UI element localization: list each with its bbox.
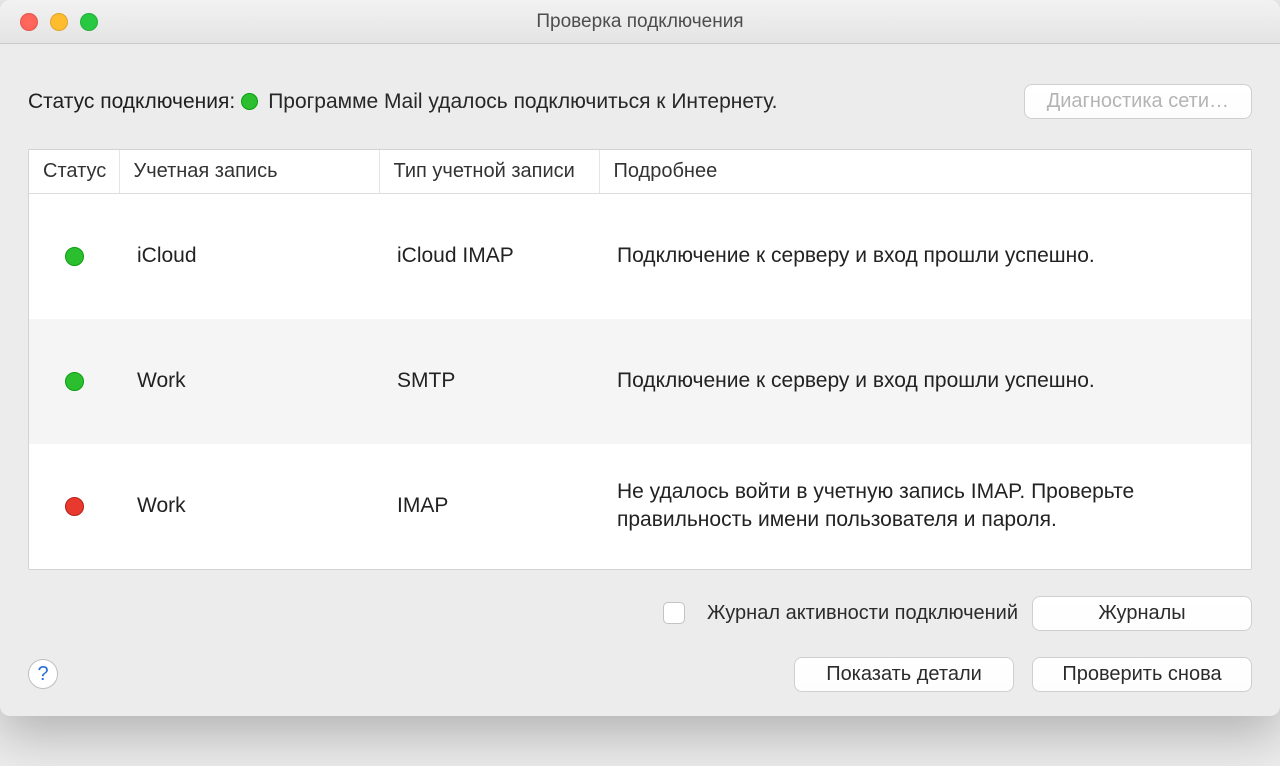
cell-account: Work — [119, 319, 379, 444]
cell-details: Подключение к серверу и вход прошли успе… — [599, 319, 1251, 444]
status-line: Статус подключения: Программе Mail удало… — [28, 84, 1252, 119]
connection-doctor-window: Проверка подключения Статус подключения:… — [0, 0, 1280, 716]
help-icon[interactable]: ? — [28, 659, 58, 689]
cell-details: Подключение к серверу и вход прошли успе… — [599, 194, 1251, 319]
log-row: Журнал активности подключений Журналы — [28, 596, 1252, 631]
col-header-status[interactable]: Статус — [29, 150, 119, 194]
col-header-account[interactable]: Учетная запись — [119, 150, 379, 194]
activity-log-label: Журнал активности подключений — [707, 602, 1018, 625]
table-row[interactable]: Work IMAP Не удалось войти в учетную зап… — [29, 444, 1251, 569]
activity-log-checkbox[interactable] — [663, 602, 685, 624]
status-label: Статус подключения: — [28, 90, 235, 114]
status-dot-icon — [241, 93, 258, 110]
footer-row: ? Показать детали Проверить снова — [28, 657, 1252, 692]
accounts-table: Статус Учетная запись Тип учетной записи… — [28, 149, 1252, 570]
status-ok-icon — [65, 247, 84, 266]
check-again-button[interactable]: Проверить снова — [1032, 657, 1252, 692]
col-header-details[interactable]: Подробнее — [599, 150, 1251, 194]
cell-type: IMAP — [379, 444, 599, 569]
table-row[interactable]: iCloud iCloud IMAP Подключение к серверу… — [29, 194, 1251, 319]
cell-account: iCloud — [119, 194, 379, 319]
status-error-icon — [65, 497, 84, 516]
cell-type: SMTP — [379, 319, 599, 444]
show-details-button[interactable]: Показать детали — [794, 657, 1014, 692]
window-title: Проверка подключения — [0, 11, 1280, 33]
cell-account: Work — [119, 444, 379, 569]
logs-button[interactable]: Журналы — [1032, 596, 1252, 631]
window-body: Статус подключения: Программе Mail удало… — [0, 44, 1280, 716]
table-header-row: Статус Учетная запись Тип учетной записи… — [29, 150, 1251, 194]
network-diagnostics-button[interactable]: Диагностика сети… — [1024, 84, 1252, 119]
titlebar[interactable]: Проверка подключения — [0, 0, 1280, 44]
status-message: Программе Mail удалось подключиться к Ин… — [268, 90, 777, 114]
table-row[interactable]: Work SMTP Подключение к серверу и вход п… — [29, 319, 1251, 444]
col-header-type[interactable]: Тип учетной записи — [379, 150, 599, 194]
cell-details: Не удалось войти в учетную запись IMAP. … — [599, 444, 1251, 569]
status-ok-icon — [65, 372, 84, 391]
cell-type: iCloud IMAP — [379, 194, 599, 319]
